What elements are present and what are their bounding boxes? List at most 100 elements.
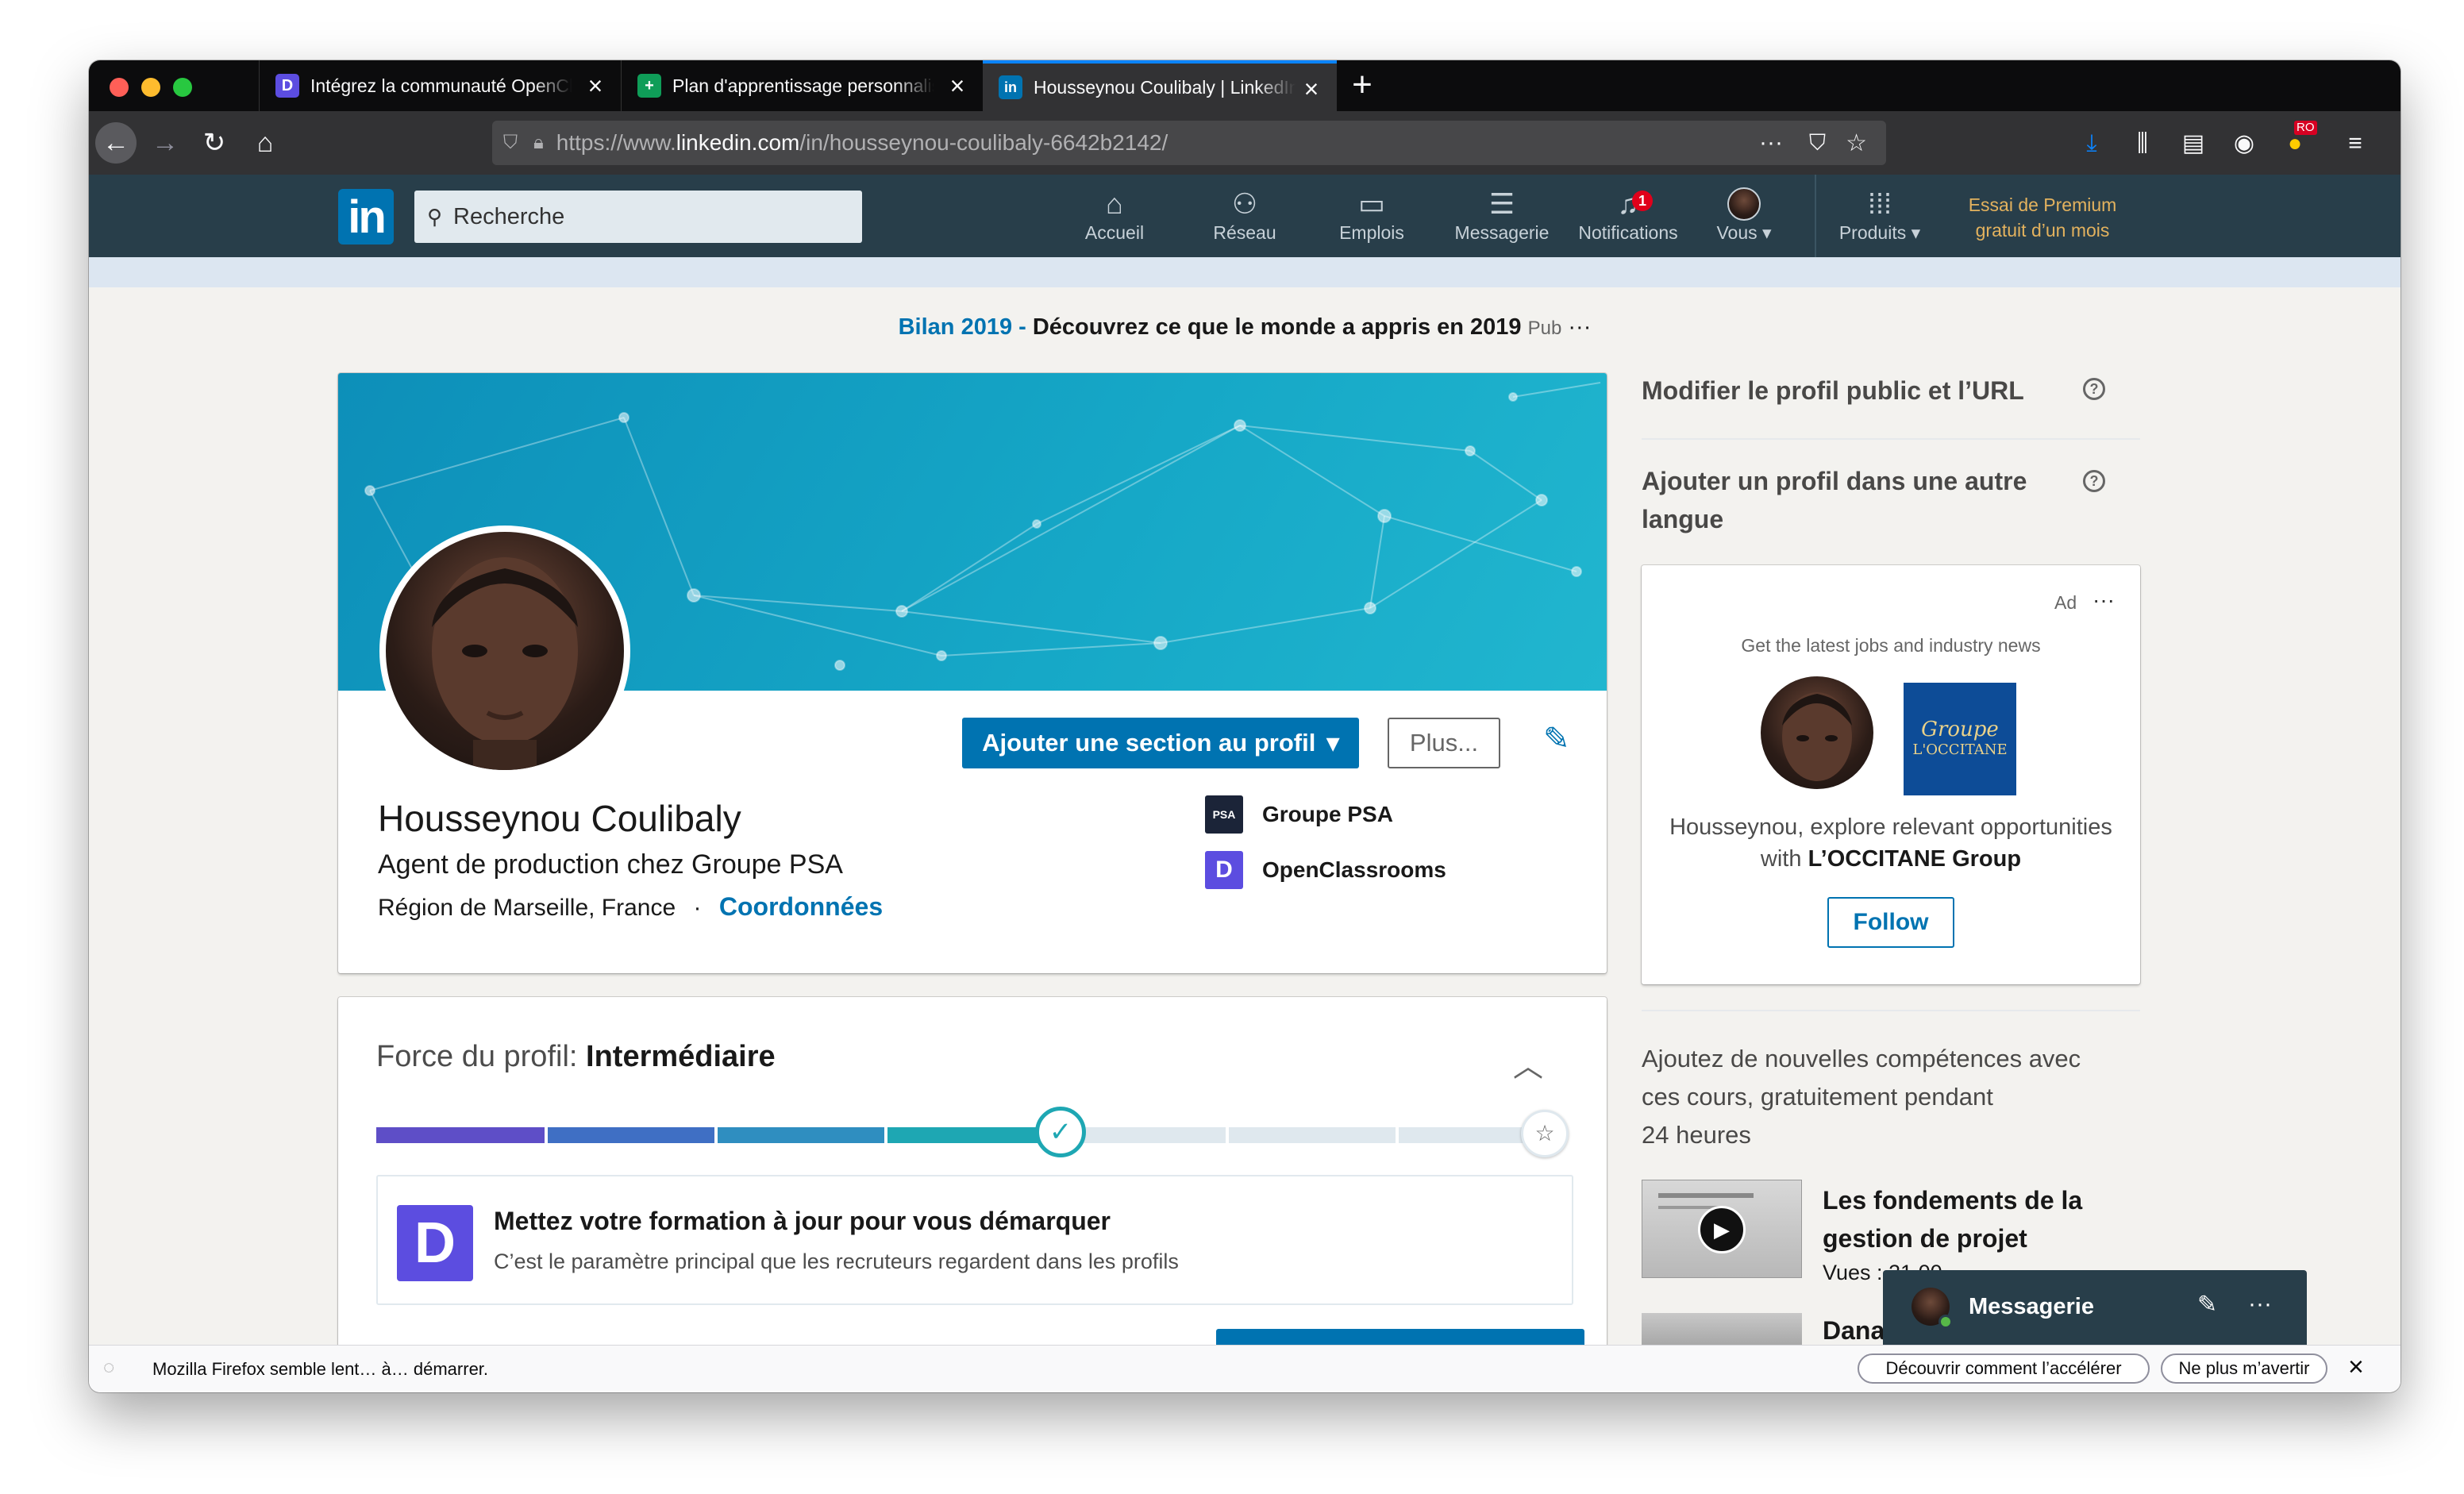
add-language-profile-link[interactable]: Ajouter un profil dans une autre langue [1642, 462, 2070, 538]
sidebar-divider [1642, 1010, 2140, 1011]
help-icon[interactable]: ? [2083, 378, 2105, 400]
new-tab-button[interactable]: + [1343, 67, 1381, 105]
reload-button[interactable]: ↻ [194, 122, 235, 164]
link-line: Ajouter un profil dans une autre [1642, 467, 2027, 495]
minimize-window-button[interactable] [141, 78, 160, 97]
profile-strength-card: Force du profil: Intermédiaire ︿ ✓ ☆ D M… [338, 997, 1607, 1362]
extension-icon[interactable]: ● RO [2280, 121, 2317, 159]
collapse-chevron-icon[interactable]: ︿ [1513, 1042, 1543, 1085]
portrait-shape [1782, 692, 1852, 781]
firefox-notification-bar: ◌ Mozilla Firefox semble lent… à… démarr… [89, 1345, 2400, 1392]
meter-segment [1229, 1127, 1396, 1143]
tab-title: Intégrez la communauté OpenClassrooms [310, 75, 572, 96]
learn-speedup-button[interactable]: Découvrir comment l’accélérer [1858, 1353, 2150, 1384]
ad-tag: Pub [1527, 318, 1562, 339]
library-icon[interactable]: ⫼ [2127, 129, 2158, 159]
company-name: Groupe PSA [1262, 802, 1393, 826]
more-button[interactable]: Plus... [1388, 718, 1500, 768]
edit-public-profile-link[interactable]: Modifier le profil public et l’URL [1642, 372, 2054, 410]
close-tab-icon[interactable]: × [943, 71, 972, 100]
nav-produits[interactable]: ⁞⁞⁞ Produits ▾ [1816, 186, 1943, 249]
close-icon[interactable]: × [2348, 1352, 2364, 1383]
briefcase-icon: ▭ [1357, 187, 1385, 220]
forward-button[interactable]: → [144, 122, 186, 164]
strength-heading: Force du profil: Intermédiaire [376, 1040, 776, 1074]
nav-vous[interactable]: Vous ▾ [1700, 186, 1788, 249]
nav-emplois[interactable]: ▭ Emplois [1316, 186, 1427, 249]
page-actions-icon[interactable]: ··· [1759, 129, 1783, 156]
browser-window: D Intégrez la communauté OpenClassrooms … [89, 60, 2400, 1392]
grid-icon: ⁞⁞⁞ [1867, 187, 1892, 220]
logo-line: Groupe [1921, 718, 1999, 741]
portrait-shape [432, 557, 578, 770]
more-icon[interactable]: ··· [1568, 314, 1591, 340]
bookmark-star-icon[interactable]: ☆ [1846, 129, 1867, 157]
nav-notifications[interactable]: ♫ Notifications 1 [1567, 186, 1689, 249]
course-title[interactable]: Les fondements de la gestion de projet [1823, 1181, 2082, 1257]
zoom-window-button[interactable] [173, 78, 192, 97]
close-tab-icon[interactable]: × [1297, 75, 1326, 103]
help-icon[interactable]: ? [2083, 470, 2105, 492]
separator: · [693, 895, 702, 921]
premium-trial-link[interactable]: Essai de Premium gratuit d’un mois [1951, 192, 2134, 243]
profile-photo[interactable] [379, 526, 630, 776]
url-text[interactable]: https://www.linkedin.com/in/housseynou-c… [556, 130, 1168, 156]
member-avatar [1761, 676, 1873, 789]
course-thumbnail[interactable] [1642, 1313, 1802, 1345]
company-name: OpenClassrooms [1262, 857, 1446, 882]
url-bar[interactable]: ⛉ 🔒︎ https://www.linkedin.com/in/houssey… [492, 121, 1886, 165]
tab-learning-plan[interactable]: + Plan d'apprentissage personnalisé × [621, 60, 983, 111]
home-button[interactable]: ⌂ [244, 122, 286, 164]
profile-tip-box[interactable]: D Mettez votre formation à jour pour vou… [376, 1175, 1573, 1305]
course-thumbnail[interactable]: ▶ [1642, 1180, 1802, 1278]
menu-icon[interactable]: ≡ [2340, 129, 2370, 159]
star-goal-icon: ☆ [1521, 1110, 1569, 1157]
close-window-button[interactable] [110, 78, 129, 97]
company-openclassrooms[interactable]: D OpenClassrooms [1205, 851, 1446, 889]
compose-icon[interactable]: ✎ [2197, 1291, 2217, 1319]
bell-icon: ♫ [1617, 187, 1639, 220]
linkedin-logo[interactable]: in [338, 189, 394, 245]
tracking-shield-icon[interactable]: ⛉ [503, 132, 518, 154]
header-subband [89, 257, 2400, 287]
account-icon[interactable]: ◉ [2229, 129, 2259, 159]
tab-openclassrooms[interactable]: D Intégrez la communauté OpenClassrooms … [259, 60, 621, 111]
follow-button[interactable]: Follow [1827, 897, 1954, 948]
close-tab-icon[interactable]: × [581, 71, 610, 100]
nav-label: Notifications [1578, 222, 1678, 243]
premium-line1: Essai de Premium [1968, 194, 2117, 215]
profile-card: Ajouter une section au profil ▾ Plus... … [338, 373, 1607, 973]
more-icon[interactable]: ··· [2092, 587, 2115, 613]
sidebar-divider [1642, 438, 2140, 440]
add-profile-section-button[interactable]: Ajouter une section au profil ▾ [962, 718, 1359, 768]
tab-linkedin[interactable]: in Housseynou Coulibaly | LinkedIn × [983, 60, 1337, 111]
contact-info-link[interactable]: Coordonnées [719, 892, 883, 921]
company-groupe-psa[interactable]: PSA Groupe PSA [1205, 795, 1393, 834]
sponsored-banner[interactable]: Bilan 2019 - Découvrez ce que le monde a… [89, 314, 2400, 341]
ad-tag: Ad [2054, 592, 2077, 613]
lock-icon[interactable]: 🔒︎ [533, 132, 544, 154]
sidebar-icon[interactable]: ▤ [2178, 129, 2208, 159]
edit-pencil-icon[interactable]: ✎ [1543, 721, 1570, 757]
nav-messagerie[interactable]: ☰ Messagerie [1438, 186, 1565, 249]
pocket-icon[interactable]: ⛉ [1809, 130, 1826, 156]
psa-logo-icon: PSA [1205, 795, 1243, 834]
back-button[interactable]: ← [95, 122, 137, 164]
more-icon[interactable]: ··· [2248, 1291, 2272, 1318]
profile-name: Housseynou Coulibaly [378, 798, 741, 839]
dont-warn-button[interactable]: Ne plus m’avertir [2161, 1353, 2327, 1384]
firefox-icon: ◌ [103, 1357, 115, 1378]
linkedin-icon: in [999, 75, 1022, 99]
nav-accueil[interactable]: ⌂ Accueil [1059, 186, 1170, 249]
downloads-icon[interactable]: ⤓ [2077, 129, 2107, 159]
tab-title: Housseynou Coulibaly | LinkedIn [1034, 76, 1296, 98]
intro-line: Ajoutez de nouvelles compétences avec [1642, 1045, 2081, 1072]
nav-reseau[interactable]: ⚇ Réseau [1189, 186, 1300, 249]
tab-title: Plan d'apprentissage personnalisé [672, 75, 934, 96]
linkedin-header: in ⚲ ⌂ Accueil ⚇ Réseau ▭ Emplois ☰ Mess… [89, 175, 2400, 257]
messaging-bar[interactable]: Messagerie ✎ ··· [1883, 1270, 2307, 1346]
search-input[interactable] [453, 203, 835, 230]
extension-badge: RO [2294, 121, 2317, 135]
search-box[interactable]: ⚲ [414, 191, 862, 243]
ad-subtitle: Get the latest jobs and industry news [1741, 635, 2041, 656]
